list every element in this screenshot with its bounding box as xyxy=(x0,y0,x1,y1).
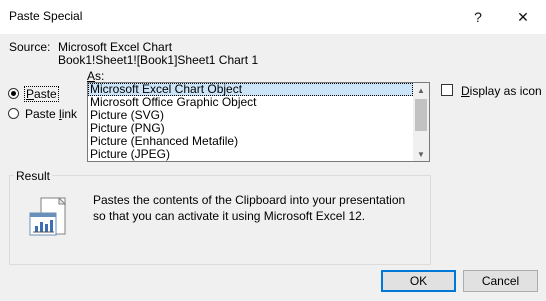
paste-link-radio[interactable] xyxy=(8,108,19,119)
as-label: As: xyxy=(87,69,104,83)
embedded-chart-object-icon xyxy=(27,197,72,241)
cancel-button[interactable]: Cancel xyxy=(463,270,538,292)
paste-mnemonic: P xyxy=(26,87,35,101)
result-description: Pastes the contents of the Clipboard int… xyxy=(93,193,406,223)
paste-link-radio-label[interactable]: Paste link xyxy=(25,107,77,121)
close-button[interactable]: ✕ xyxy=(503,0,543,34)
paste-link-rest: ink xyxy=(61,107,78,121)
ok-button[interactable]: OK xyxy=(381,270,456,292)
paste-label-rest: aste xyxy=(34,87,57,101)
dialog-title: Paste Special xyxy=(9,9,83,23)
list-item-picture-jpeg[interactable]: Picture (JPEG) xyxy=(88,148,413,161)
as-label-rest: s: xyxy=(95,69,105,83)
scroll-up-arrow-icon[interactable]: ▲ xyxy=(413,83,429,97)
help-button[interactable]: ? xyxy=(458,0,498,34)
list-scrollbar[interactable]: ▲ ▼ xyxy=(413,83,429,161)
scroll-thumb[interactable] xyxy=(415,99,427,131)
display-as-icon-checkbox[interactable] xyxy=(441,84,453,96)
display-as-icon-mnemonic: D xyxy=(461,84,470,98)
paste-radio[interactable] xyxy=(8,88,19,99)
display-as-icon-label[interactable]: Display as icon xyxy=(461,84,542,98)
source-path: Book1!Sheet1![Book1]Sheet1 Chart 1 xyxy=(58,53,259,67)
source-name: Microsoft Excel Chart xyxy=(58,40,173,54)
paste-radio-label[interactable]: Paste xyxy=(24,86,59,102)
source-label: Source: xyxy=(9,40,51,54)
as-list-items: Microsoft Excel Chart Object Microsoft O… xyxy=(88,83,413,161)
paste-link-prefix: Paste xyxy=(25,107,60,121)
display-as-icon-rest: isplay as icon xyxy=(469,84,542,98)
result-legend: Result xyxy=(14,169,53,183)
as-mnemonic: A xyxy=(87,69,96,83)
scroll-down-arrow-icon[interactable]: ▼ xyxy=(413,147,429,161)
as-listbox[interactable]: Microsoft Excel Chart Object Microsoft O… xyxy=(87,82,430,162)
